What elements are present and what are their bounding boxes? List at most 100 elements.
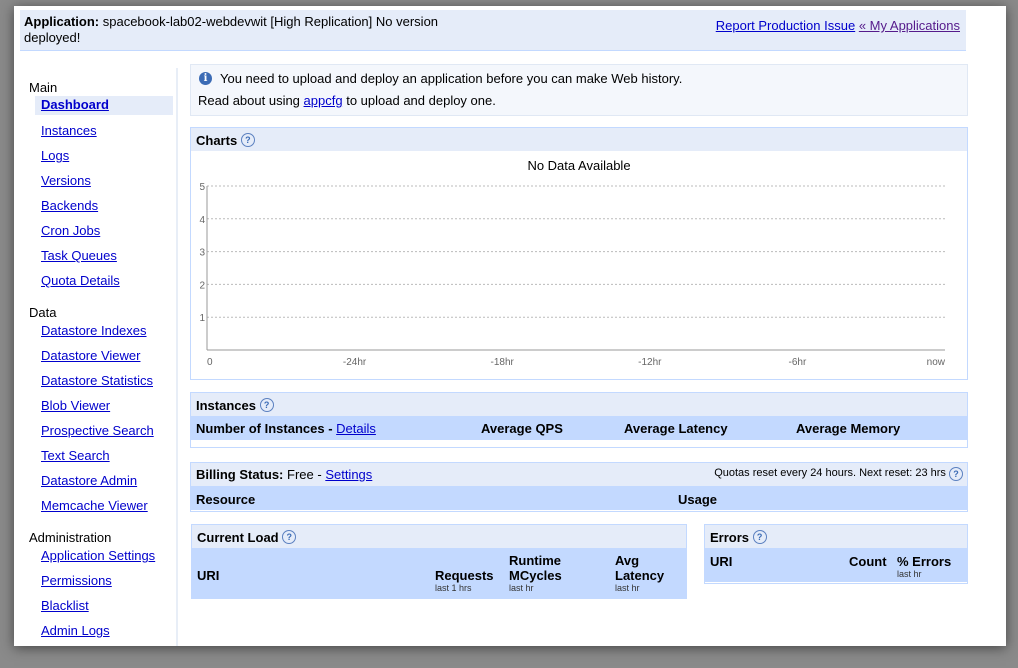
sidebar-heading-main: Main (29, 80, 58, 95)
requests-header: Requests last 1 hrs (435, 568, 494, 593)
sidebar-link-datastore-viewer[interactable]: Datastore Viewer (41, 348, 140, 363)
chart-x-tick-label: -12hr (638, 357, 662, 368)
sidebar-item-blob-viewer[interactable]: Blob Viewer (41, 398, 110, 413)
sidebar-item-memcache-viewer[interactable]: Memcache Viewer (41, 498, 148, 513)
sidebar-item-cron-jobs[interactable]: Cron Jobs (41, 223, 100, 238)
instances-help-icon[interactable]: ? (259, 398, 274, 412)
charts-title: Charts ? (196, 133, 255, 148)
instances-title-text: Instances (196, 398, 256, 413)
sidebar-item-text-search[interactable]: Text Search (41, 448, 110, 463)
instances-count-label: Number of Instances - (196, 421, 333, 436)
notice-line-2: Read about using appcfg to upload and de… (198, 93, 496, 108)
billing-status: Billing Status: Free - Settings (196, 467, 372, 482)
sidebar-item-blacklist[interactable]: Blacklist (41, 598, 89, 613)
appcfg-link[interactable]: appcfg (304, 93, 343, 108)
load-uri-header: URI (197, 568, 220, 583)
header-links: Report Production Issue « My Application… (716, 18, 960, 33)
sidebar-link-blacklist[interactable]: Blacklist (41, 598, 89, 613)
instances-title: Instances ? (196, 398, 274, 413)
sidebar-link-instances[interactable]: Instances (41, 123, 97, 138)
sidebar-link-prospective-search[interactable]: Prospective Search (41, 423, 154, 438)
instances-count-header: Number of Instances - Details (196, 421, 376, 436)
errors-title-text: Errors (710, 530, 750, 545)
sidebar-item-dashboard[interactable]: Dashboard (35, 96, 173, 115)
sidebar-link-memcache-viewer[interactable]: Memcache Viewer (41, 498, 148, 513)
errors-help-icon[interactable]: ? (752, 530, 767, 544)
instances-header: Instances ? (191, 393, 967, 416)
instances-details-link[interactable]: Details (336, 421, 376, 436)
sidebar-item-datastore-indexes[interactable]: Datastore Indexes (41, 323, 147, 338)
errors-uri-header: URI (710, 554, 733, 569)
sidebar-item-permissions[interactable]: Permissions (41, 573, 112, 588)
billing-column-header: Resource Usage (191, 486, 967, 510)
chart-y-tick-label: 2 (199, 280, 205, 291)
billing-help-icon[interactable]: ? (949, 467, 963, 481)
sidebar-item-backends[interactable]: Backends (41, 198, 98, 213)
requests-label: Requests (435, 568, 494, 583)
average-latency-header: Average Latency (624, 421, 728, 436)
my-applications-link[interactable]: « My Applications (859, 18, 960, 33)
sidebar-link-datastore-indexes[interactable]: Datastore Indexes (41, 323, 147, 338)
current-load-title: Current Load ? (197, 530, 297, 545)
current-load-help-icon[interactable]: ? (282, 530, 297, 544)
application-label: Application: (24, 14, 100, 29)
sidebar-link-text-search[interactable]: Text Search (41, 448, 110, 463)
chart-x-tick-label: -6hr (789, 357, 807, 368)
report-production-issue-link[interactable]: Report Production Issue (716, 18, 855, 33)
usage-header: Usage (678, 492, 718, 507)
instances-column-header: Number of Instances - Details Average QP… (191, 416, 967, 440)
sidebar-link-datastore-statistics[interactable]: Datastore Statistics (41, 373, 153, 388)
chart-x-ticks: 0 -24hr -18hr -12hr -6hr now (207, 357, 946, 368)
sidebar-item-versions[interactable]: Versions (41, 173, 91, 188)
sidebar-link-dashboard[interactable]: Dashboard (41, 97, 109, 112)
sidebar-nav: Main Dashboard Instances Logs Versions B… (14, 68, 178, 646)
sidebar-link-admin-logs[interactable]: Admin Logs (41, 623, 110, 638)
chart-y-tick-label: 1 (199, 313, 205, 324)
instances-panel: Instances ? Number of Instances - Detail… (190, 392, 968, 448)
errors-percent-sub: last hr (897, 569, 922, 579)
sidebar-item-logs[interactable]: Logs (41, 148, 69, 163)
sidebar-link-cron-jobs[interactable]: Cron Jobs (41, 223, 100, 238)
charts-panel: Charts ? No Data Available 1 2 3 4 5 0 -24hr -… (190, 127, 968, 380)
chart-grid (207, 185, 945, 318)
sidebar-link-datastore-admin[interactable]: Datastore Admin (41, 473, 137, 488)
sidebar-link-blob-viewer[interactable]: Blob Viewer (41, 398, 110, 413)
runtime-mcycles-header: Runtime MCycles last hr (509, 553, 589, 593)
errors-header: Errors ? (705, 525, 967, 548)
current-load-title-text: Current Load (197, 530, 279, 545)
sidebar-link-quota-details[interactable]: Quota Details (41, 273, 120, 288)
chart-x-tick-label: -18hr (491, 357, 515, 368)
sidebar-link-task-queues[interactable]: Task Queues (41, 248, 117, 263)
chart-x-tick-label: -24hr (343, 357, 367, 368)
sidebar-link-versions[interactable]: Versions (41, 173, 91, 188)
sidebar-item-application-settings[interactable]: Application Settings (41, 548, 155, 563)
sidebar-item-datastore-viewer[interactable]: Datastore Viewer (41, 348, 140, 363)
chart-y-tick-label: 5 (199, 182, 205, 193)
sidebar-item-admin-logs[interactable]: Admin Logs (41, 623, 110, 638)
charts-help-icon[interactable]: ? (240, 133, 255, 147)
sidebar-item-datastore-admin[interactable]: Datastore Admin (41, 473, 137, 488)
sidebar-item-prospective-search[interactable]: Prospective Search (41, 423, 154, 438)
sidebar-item-quota-details[interactable]: Quota Details (41, 273, 120, 288)
charts-header: Charts ? (191, 128, 967, 151)
average-memory-header: Average Memory (796, 421, 901, 436)
sidebar-item-task-queues[interactable]: Task Queues (41, 248, 117, 263)
errors-percent-label: % Errors (897, 554, 952, 569)
sidebar-link-backends[interactable]: Backends (41, 198, 98, 213)
chart-y-tick-label: 3 (199, 248, 205, 259)
sidebar-link-permissions[interactable]: Permissions (41, 573, 112, 588)
sidebar-link-application-settings[interactable]: Application Settings (41, 548, 155, 563)
average-qps-header: Average QPS (481, 421, 563, 436)
resource-header: Resource (196, 492, 256, 507)
chart-y-ticks: 1 2 3 4 5 (199, 182, 205, 324)
application-bar: Application: spacebook-lab02-webdevwit [… (20, 10, 966, 51)
sidebar-item-instances[interactable]: Instances (41, 123, 97, 138)
app-window: Application: spacebook-lab02-webdevwit [… (14, 6, 1006, 646)
chart-x-tick-label: now (927, 357, 946, 368)
billing-settings-link[interactable]: Settings (325, 467, 372, 482)
billing-status-label: Billing Status: (196, 467, 284, 482)
sidebar-item-datastore-statistics[interactable]: Datastore Statistics (41, 373, 153, 388)
sidebar-link-logs[interactable]: Logs (41, 148, 69, 163)
avg-latency-sub: last hr (615, 583, 640, 593)
billing-panel: Billing Status: Free - Settings Quotas r… (190, 462, 968, 512)
